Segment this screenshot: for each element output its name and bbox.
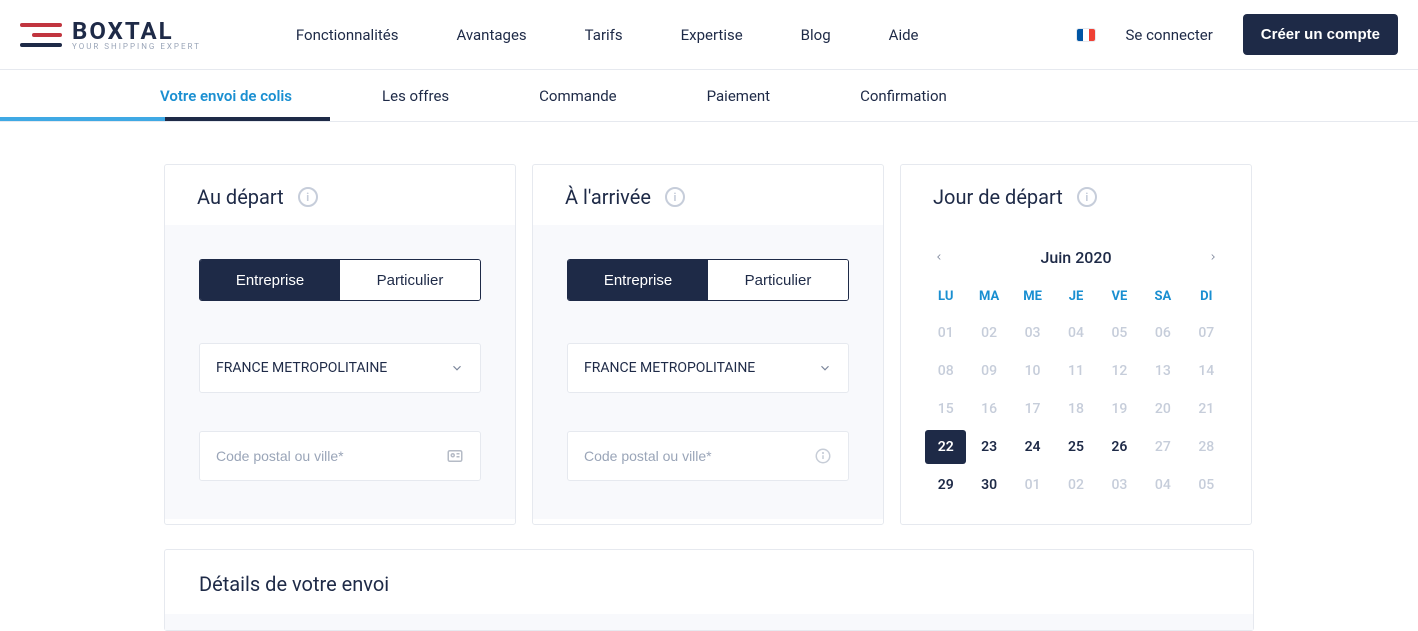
calendar-day: 11 <box>1055 354 1096 388</box>
calendar-day: 08 <box>925 354 966 388</box>
calendar-day: 19 <box>1099 392 1140 426</box>
arrival-country-value: FRANCE METROPOLITAINE <box>584 360 755 376</box>
login-link[interactable]: Se connecter <box>1125 26 1212 44</box>
departure-title: Au départ <box>197 185 284 209</box>
calendar-day: 06 <box>1142 316 1183 350</box>
nav-expertise[interactable]: Expertise <box>681 26 743 44</box>
site-header: BOXTAL YOUR SHIPPING EXPERT Fonctionnali… <box>0 0 1418 70</box>
brand-name: BOXTAL <box>72 19 201 43</box>
step-commande[interactable]: Commande <box>539 87 616 105</box>
calendar-next-button[interactable] <box>1201 245 1225 269</box>
calendar-day: 14 <box>1186 354 1227 388</box>
calendar-day: 07 <box>1186 316 1227 350</box>
step-progress-indicator <box>0 117 330 121</box>
calendar-day: 12 <box>1099 354 1140 388</box>
calendar-day[interactable]: 26 <box>1099 430 1140 464</box>
arrival-card: À l'arrivée i Entreprise Particulier FRA… <box>532 164 884 525</box>
calendar-day: 01 <box>1012 468 1053 502</box>
calendar-day: 20 <box>1142 392 1183 426</box>
calendar-day[interactable]: 22 <box>925 430 966 464</box>
shipment-details-title: Détails de votre envoi <box>165 550 1253 614</box>
brand-tagline: YOUR SHIPPING EXPERT <box>72 43 201 51</box>
calendar-day[interactable]: 30 <box>968 468 1009 502</box>
calendar-day: 05 <box>1099 316 1140 350</box>
calendar-day: 18 <box>1055 392 1096 426</box>
arrival-title: À l'arrivée <box>565 185 651 209</box>
calendar-day: 13 <box>1142 354 1183 388</box>
logo-mark-icon <box>20 21 62 49</box>
step-progress-bar: Votre envoi de colis Les offres Commande… <box>0 70 1418 122</box>
calendar-day: 28 <box>1186 430 1227 464</box>
info-icon[interactable] <box>814 447 832 465</box>
calendar-dow: LU <box>925 283 966 312</box>
calendar-day: 27 <box>1142 430 1183 464</box>
info-icon[interactable]: i <box>298 187 318 207</box>
departure-individual-button[interactable]: Particulier <box>340 260 480 300</box>
calendar-day: 09 <box>968 354 1009 388</box>
calendar-dow: JE <box>1055 283 1096 312</box>
nav-tarifs[interactable]: Tarifs <box>585 26 623 44</box>
info-icon[interactable]: i <box>665 187 685 207</box>
arrival-business-button[interactable]: Entreprise <box>568 260 708 300</box>
calendar-dow: SA <box>1142 283 1183 312</box>
calendar-day[interactable]: 29 <box>925 468 966 502</box>
nav-blog[interactable]: Blog <box>801 26 831 44</box>
nav-avantages[interactable]: Avantages <box>456 26 526 44</box>
chevron-down-icon <box>818 361 832 375</box>
contact-card-icon <box>446 447 464 465</box>
calendar-day: 03 <box>1012 316 1053 350</box>
departure-type-segment: Entreprise Particulier <box>199 259 481 301</box>
calendar-day[interactable]: 25 <box>1055 430 1096 464</box>
departure-postal-field <box>199 431 481 481</box>
calendar-dow: MA <box>968 283 1009 312</box>
calendar-day: 16 <box>968 392 1009 426</box>
create-account-button[interactable]: Créer un compte <box>1243 14 1398 55</box>
calendar-day: 05 <box>1186 468 1227 502</box>
arrival-postal-field <box>567 431 849 481</box>
calendar-day: 04 <box>1055 316 1096 350</box>
arrival-individual-button[interactable]: Particulier <box>708 260 848 300</box>
info-icon[interactable]: i <box>1077 187 1097 207</box>
departure-business-button[interactable]: Entreprise <box>200 260 340 300</box>
step-offres[interactable]: Les offres <box>382 87 449 105</box>
language-flag-icon[interactable] <box>1077 29 1095 41</box>
nav-aide[interactable]: Aide <box>889 26 919 44</box>
arrival-country-select[interactable]: FRANCE METROPOLITAINE <box>567 343 849 393</box>
calendar-day[interactable]: 23 <box>968 430 1009 464</box>
calendar-day: 15 <box>925 392 966 426</box>
logo-text: BOXTAL YOUR SHIPPING EXPERT <box>72 19 201 51</box>
departure-country-select[interactable]: FRANCE METROPOLITAINE <box>199 343 481 393</box>
chevron-down-icon <box>450 361 464 375</box>
calendar-day[interactable]: 24 <box>1012 430 1053 464</box>
calendar-day: 10 <box>1012 354 1053 388</box>
departure-postal-input[interactable] <box>216 448 446 464</box>
step-envoi[interactable]: Votre envoi de colis <box>160 87 292 105</box>
departure-card: Au départ i Entreprise Particulier FRANC… <box>164 164 516 525</box>
step-confirmation[interactable]: Confirmation <box>860 87 947 105</box>
calendar-day: 04 <box>1142 468 1183 502</box>
primary-nav: Fonctionnalités Avantages Tarifs Experti… <box>296 26 919 44</box>
nav-fonctionnalites[interactable]: Fonctionnalités <box>296 26 399 44</box>
calendar-day: 17 <box>1012 392 1053 426</box>
calendar-day: 01 <box>925 316 966 350</box>
logo[interactable]: BOXTAL YOUR SHIPPING EXPERT <box>20 19 201 51</box>
arrival-type-segment: Entreprise Particulier <box>567 259 849 301</box>
shipment-details-card: Détails de votre envoi <box>164 549 1254 631</box>
departure-date-card: Jour de départ i Juin 2020 LUMAMEJEVESAD… <box>900 164 1252 525</box>
calendar-day: 21 <box>1186 392 1227 426</box>
arrival-postal-input[interactable] <box>584 448 814 464</box>
calendar-dow: DI <box>1186 283 1227 312</box>
step-paiement[interactable]: Paiement <box>707 87 770 105</box>
departure-country-value: FRANCE METROPOLITAINE <box>216 360 387 376</box>
calendar-dow: VE <box>1099 283 1140 312</box>
calendar-grid: LUMAMEJEVESADI01020304050607080910111213… <box>925 283 1227 502</box>
calendar-day: 03 <box>1099 468 1140 502</box>
calendar-day: 02 <box>968 316 1009 350</box>
calendar-dow: ME <box>1012 283 1053 312</box>
calendar-prev-button[interactable] <box>927 245 951 269</box>
calendar-day: 02 <box>1055 468 1096 502</box>
calendar-title: Jour de départ <box>933 185 1063 209</box>
calendar-month-label: Juin 2020 <box>1040 248 1111 267</box>
